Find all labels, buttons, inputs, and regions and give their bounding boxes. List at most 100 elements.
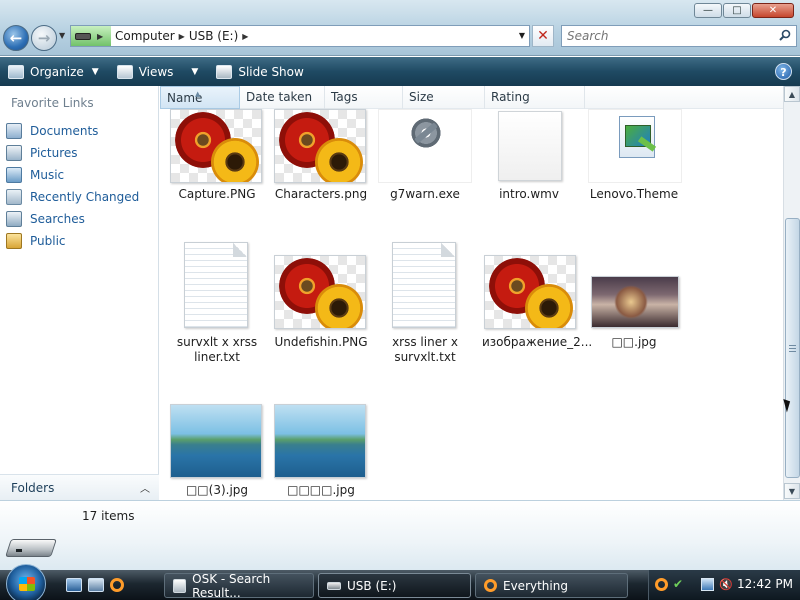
file-item[interactable]: Characters.png	[274, 109, 368, 209]
search-box[interactable]	[561, 25, 797, 47]
start-button[interactable]	[6, 564, 46, 600]
switch-windows-icon[interactable]	[88, 578, 104, 592]
file-name: изображение_2...	[482, 335, 593, 349]
stop-button[interactable]: ✕	[532, 25, 554, 47]
file-list-pane: ▲ Name Date taken Tags Size Rating Captu…	[160, 86, 783, 500]
file-name: Capture.PNG	[178, 187, 256, 201]
views-button[interactable]: Views ▼	[109, 57, 209, 86]
file-item[interactable]: g7warn.exe	[378, 109, 472, 209]
pictures-icon	[6, 145, 22, 161]
search-input[interactable]	[562, 26, 762, 46]
column-header-name[interactable]: ▲ Name	[160, 86, 240, 109]
usb-drive-icon	[5, 533, 60, 559]
file-item[interactable]: intro.wmv	[482, 109, 576, 209]
breadcrumb-computer[interactable]: Computer	[111, 29, 179, 43]
taskbar-button-osk[interactable]: OSK - Search Result...	[164, 572, 314, 600]
clock[interactable]: 12:42 PM	[737, 577, 793, 591]
show-desktop-icon[interactable]	[66, 578, 82, 592]
network-icon[interactable]	[701, 578, 714, 591]
taskbar-button-usb[interactable]: USB (E:)	[318, 573, 471, 598]
image-thumbnail	[170, 109, 262, 183]
file-item[interactable]: xrss liner x survxlt.txt	[378, 242, 472, 364]
column-header-tags[interactable]: Tags	[325, 86, 403, 109]
file-item[interactable]: Capture.PNG	[170, 109, 264, 209]
file-item[interactable]: Undefishin.PNG	[274, 255, 368, 355]
organize-label: Organize	[30, 64, 84, 79]
file-name: □□.jpg	[611, 335, 657, 349]
sidebar-item-label: Searches	[30, 212, 85, 226]
file-name: Characters.png	[274, 187, 368, 201]
file-item[interactable]: Lenovo.Theme	[586, 109, 682, 209]
osk-icon	[173, 578, 187, 593]
file-name: xrss liner x survxlt.txt	[392, 335, 458, 364]
file-name: g7warn.exe	[390, 187, 460, 201]
notification-area: ✔ 🔇 12:42 PM	[648, 570, 800, 600]
vertical-scrollbar[interactable]: ▲ ▼	[783, 86, 800, 500]
documents-icon	[6, 123, 22, 139]
search-tray-icon[interactable]	[655, 578, 668, 591]
quicklaunch-search-icon[interactable]	[110, 578, 124, 592]
music-icon	[6, 167, 22, 183]
breadcrumb-separator[interactable]: ▶	[97, 32, 103, 41]
sidebar-item-recently-changed[interactable]: Recently Changed	[6, 186, 139, 208]
column-header-rating[interactable]: Rating	[485, 86, 585, 109]
details-pane: 17 items	[0, 500, 800, 570]
breadcrumb-usb[interactable]: USB (E:)	[185, 29, 242, 43]
taskbar-button-label: USB (E:)	[347, 578, 397, 593]
breadcrumb-separator[interactable]: ▶	[242, 32, 248, 41]
chevron-down-icon: ▼	[91, 66, 99, 77]
window-controls: — □ ✕	[694, 3, 794, 18]
usb-drive-icon	[75, 32, 91, 40]
checkmark-icon[interactable]: ✔	[673, 578, 686, 591]
minimize-button[interactable]: —	[694, 3, 722, 18]
sidebar-item-music[interactable]: Music	[6, 164, 139, 186]
scrollbar-thumb[interactable]	[785, 218, 800, 478]
file-item[interactable]: □□.jpg	[586, 255, 682, 355]
column-header-size[interactable]: Size	[403, 86, 485, 109]
sort-indicator-icon: ▲	[195, 90, 201, 98]
maximize-button[interactable]: □	[723, 3, 751, 18]
public-folder-icon	[6, 233, 22, 249]
file-name: Lenovo.Theme	[589, 187, 679, 201]
scroll-up-button[interactable]: ▲	[784, 86, 800, 102]
back-button[interactable]: ←	[3, 25, 29, 51]
recent-pages-dropdown[interactable]: ▼	[59, 31, 65, 40]
sidebar-item-label: Documents	[30, 124, 99, 138]
navigation-bar: — □ ✕ ← → ▼ ▶ Computer ▶ USB (E:) ▶ ▼ ✕	[0, 0, 800, 56]
address-history-dropdown[interactable]: ▼	[519, 31, 525, 40]
file-item[interactable]: survxlt x xrss liner.txt	[170, 242, 264, 364]
searches-icon	[6, 211, 22, 227]
help-button[interactable]: ?	[775, 63, 792, 80]
views-label: Views	[138, 64, 174, 79]
grip-icon	[789, 345, 796, 352]
sidebar-item-public[interactable]: Public	[6, 230, 139, 252]
search-icon[interactable]	[779, 29, 791, 41]
folders-toggle[interactable]: Folders ︿	[0, 474, 159, 500]
close-button[interactable]: ✕	[752, 3, 794, 18]
forward-button[interactable]: →	[31, 25, 57, 51]
taskbar-button-label: Everything	[503, 578, 568, 593]
file-item[interactable]: изображение_2...	[482, 255, 593, 355]
text-file-icon	[184, 242, 248, 328]
slideshow-label: Slide Show	[238, 64, 304, 79]
organize-button[interactable]: Organize ▼	[0, 57, 109, 86]
scroll-down-button[interactable]: ▼	[784, 483, 800, 499]
favorite-links-list: Documents Pictures Music Recently Change…	[6, 120, 139, 252]
file-name: □□□□.jpg	[287, 483, 355, 497]
slideshow-button[interactable]: Slide Show	[208, 57, 313, 86]
sidebar-item-searches[interactable]: Searches	[6, 208, 139, 230]
video-file-icon	[498, 111, 562, 181]
file-item[interactable]: □□(3).jpg	[170, 404, 264, 500]
sidebar-item-pictures[interactable]: Pictures	[6, 142, 139, 164]
sidebar-item-documents[interactable]: Documents	[6, 120, 139, 142]
chevron-down-icon: ▼	[191, 66, 199, 77]
organize-icon	[8, 64, 24, 79]
address-bar[interactable]: ▶ Computer ▶ USB (E:) ▶ ▼	[70, 25, 530, 47]
volume-muted-icon[interactable]: 🔇	[719, 578, 733, 591]
sidebar-item-label: Pictures	[30, 146, 78, 160]
column-header-date-taken[interactable]: Date taken	[240, 86, 325, 109]
taskbar-button-everything[interactable]: Everything	[475, 573, 628, 598]
windows-logo-icon	[19, 577, 35, 591]
file-item[interactable]: □□□□.jpg	[274, 404, 368, 500]
navigation-pane: Favorite Links Documents Pictures Music …	[0, 86, 159, 500]
